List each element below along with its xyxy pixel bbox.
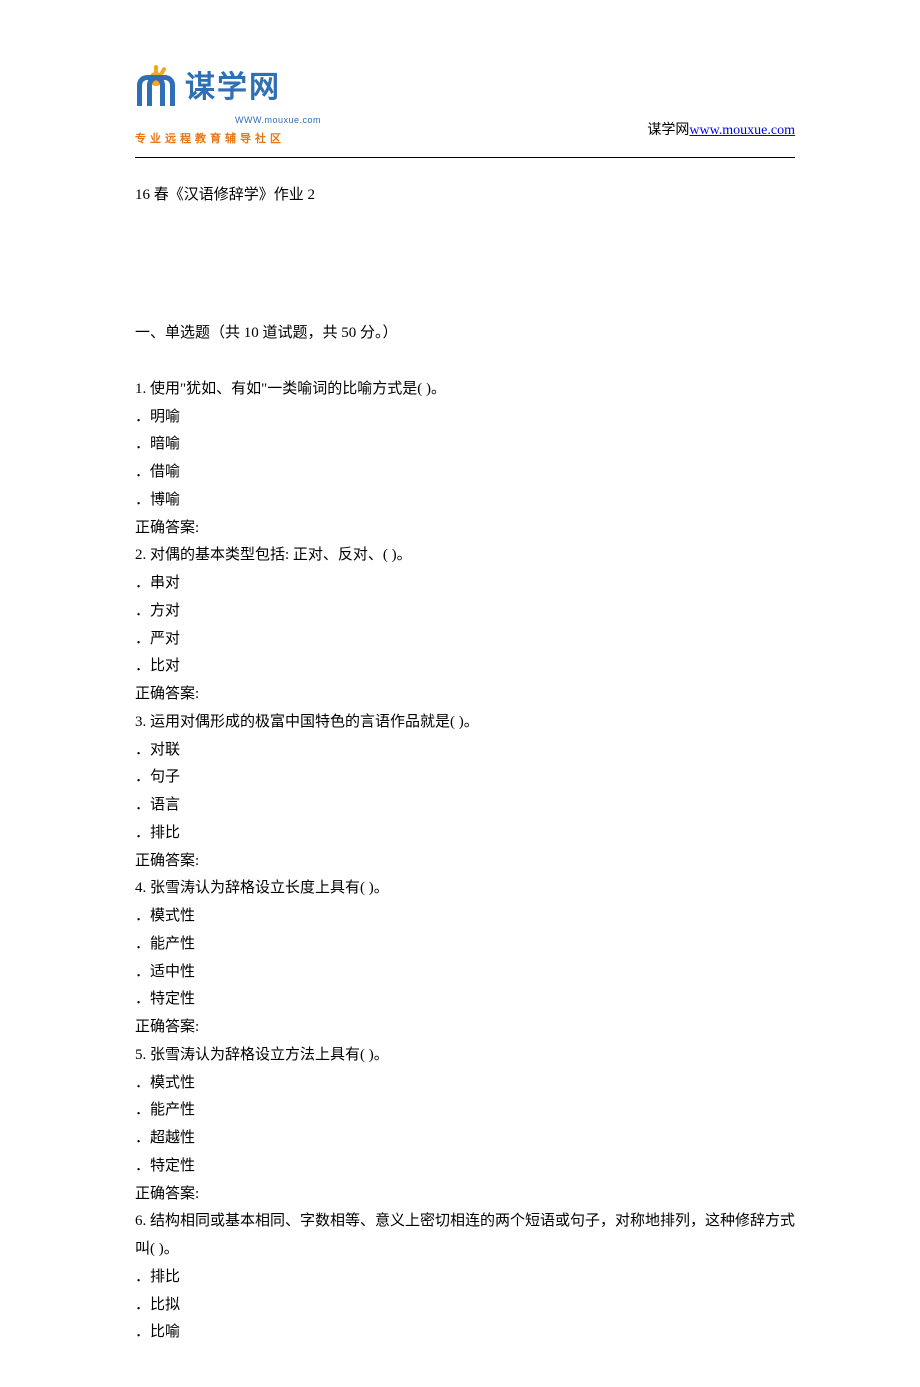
answer-label: 正确答案: (135, 1014, 795, 1042)
logo-top-row: 谋学网 WWW.mouxue.com (135, 60, 321, 128)
question-option: ．能产性 (135, 931, 795, 959)
question-stem: 5. 张雪涛认为辞格设立方法上具有( )。 (135, 1042, 795, 1070)
question-option: ．句子 (135, 764, 795, 792)
logo-text: 谋学网 WWW.mouxue.com (185, 60, 321, 128)
question-option: ．模式性 (135, 1070, 795, 1098)
questions-container: 1. 使用"犹如、有如"一类喻词的比喻方式是( )。．明喻．暗喻．借喻．博喻正确… (135, 376, 795, 1347)
page-header: 谋学网 WWW.mouxue.com 专业远程教育辅导社区 谋学网www.mou… (135, 60, 795, 149)
question-block: 3. 运用对偶形成的极富中国特色的言语作品就是( )。．对联．句子．语言．排比正… (135, 709, 795, 876)
question-stem: 4. 张雪涛认为辞格设立长度上具有( )。 (135, 875, 795, 903)
site-label: 谋学网 (647, 123, 689, 138)
question-option: ．特定性 (135, 1153, 795, 1181)
logo-tagline: 专业远程教育辅导社区 (135, 129, 321, 149)
answer-label: 正确答案: (135, 848, 795, 876)
question-option: ．借喻 (135, 459, 795, 487)
question-option: ．超越性 (135, 1125, 795, 1153)
logo-domain: WWW.mouxue.com (235, 112, 321, 129)
question-option: ．语言 (135, 792, 795, 820)
question-block: 4. 张雪涛认为辞格设立长度上具有( )。．模式性．能产性．适中性．特定性正确答… (135, 875, 795, 1042)
site-link-wrap: 谋学网www.mouxue.com (647, 118, 795, 150)
answer-label: 正确答案: (135, 1181, 795, 1209)
question-stem: 2. 对偶的基本类型包括: 正对、反对、( )。 (135, 542, 795, 570)
question-option: ．比喻 (135, 1319, 795, 1347)
question-option: ．方对 (135, 598, 795, 626)
question-stem: 1. 使用"犹如、有如"一类喻词的比喻方式是( )。 (135, 376, 795, 404)
question-option: ．模式性 (135, 903, 795, 931)
question-block: 2. 对偶的基本类型包括: 正对、反对、( )。．串对．方对．严对．比对正确答案… (135, 542, 795, 709)
question-option: ．严对 (135, 626, 795, 654)
question-option: ．适中性 (135, 959, 795, 987)
site-url-link[interactable]: www.mouxue.com (689, 123, 795, 138)
question-option: ．比对 (135, 653, 795, 681)
question-block: 5. 张雪涛认为辞格设立方法上具有( )。．模式性．能产性．超越性．特定性正确答… (135, 1042, 795, 1209)
question-option: ．明喻 (135, 404, 795, 432)
question-option: ．排比 (135, 1264, 795, 1292)
question-stem: 3. 运用对偶形成的极富中国特色的言语作品就是( )。 (135, 709, 795, 737)
question-option: ．特定性 (135, 986, 795, 1014)
question-option: ．排比 (135, 820, 795, 848)
question-option: ．比拟 (135, 1292, 795, 1320)
question-option: ．串对 (135, 570, 795, 598)
logo-mark-icon (135, 76, 177, 112)
question-block: 6. 结构相同或基本相同、字数相等、意义上密切相连的两个短语或句子，对称地排列，… (135, 1208, 795, 1347)
logo: 谋学网 WWW.mouxue.com 专业远程教育辅导社区 (135, 60, 321, 149)
header-divider (135, 157, 795, 158)
answer-label: 正确答案: (135, 681, 795, 709)
question-option: ．暗喻 (135, 431, 795, 459)
question-stem: 6. 结构相同或基本相同、字数相等、意义上密切相连的两个短语或句子，对称地排列，… (135, 1208, 795, 1264)
question-block: 1. 使用"犹如、有如"一类喻词的比喻方式是( )。．明喻．暗喻．借喻．博喻正确… (135, 376, 795, 543)
document-title: 16 春《汉语修辞学》作业 2 (135, 182, 795, 210)
question-option: ．能产性 (135, 1097, 795, 1125)
question-option: ．对联 (135, 737, 795, 765)
logo-brand-name: 谋学网 (185, 71, 281, 104)
section-header: 一、单选题（共 10 道试题，共 50 分。） (135, 320, 795, 348)
answer-label: 正确答案: (135, 515, 795, 543)
question-option: ．博喻 (135, 487, 795, 515)
